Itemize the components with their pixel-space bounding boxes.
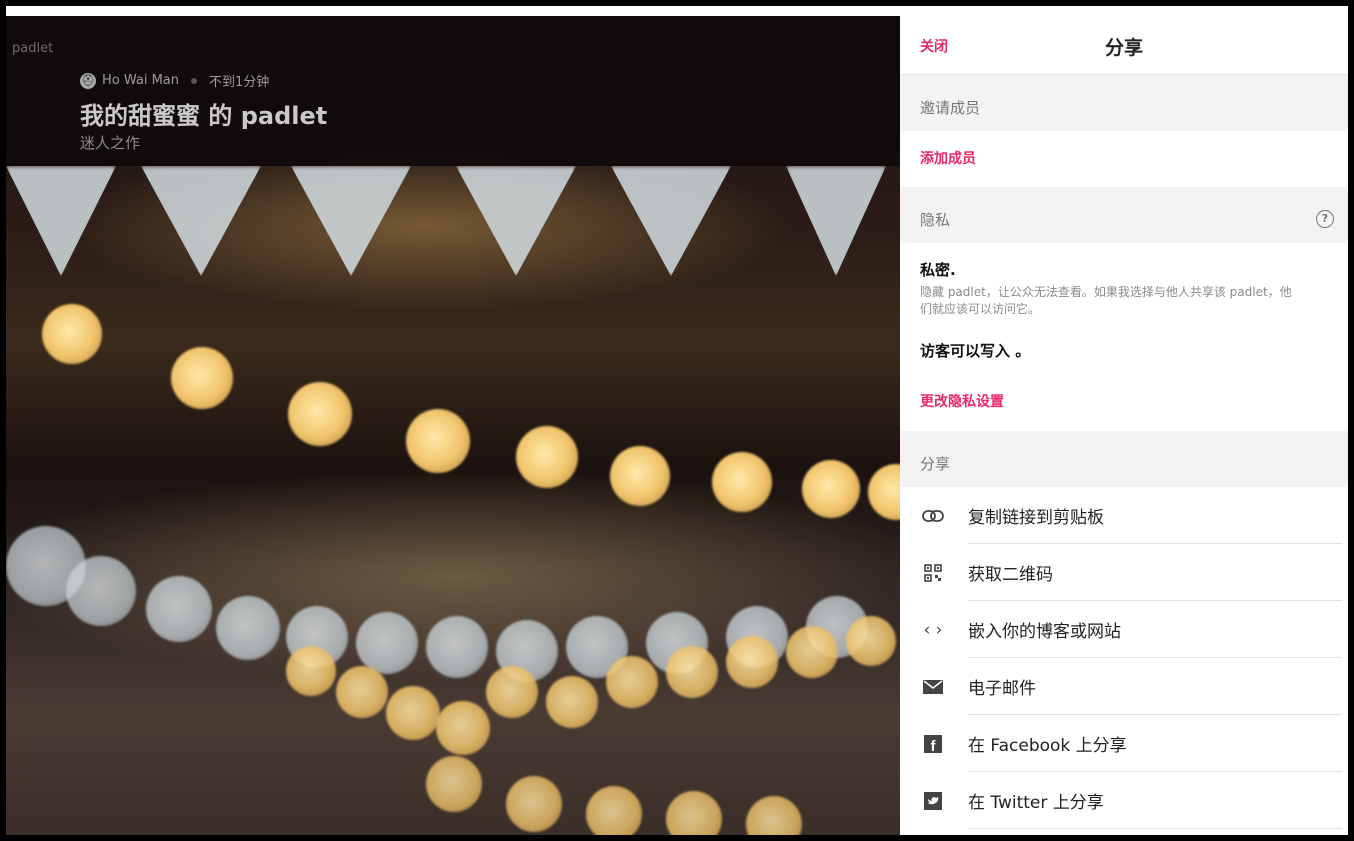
email-icon: [920, 679, 946, 694]
twitter-share-button[interactable]: 在 Twitter 上分享: [900, 772, 1348, 829]
privacy-title: 私密.: [920, 261, 956, 279]
share-panel-header: 关闭 分享: [900, 16, 1348, 75]
screen: padlet ⛑ Ho Wai Man 不到1分钟 我的甜蜜蜜 的 padlet…: [6, 6, 1348, 835]
facebook-icon: f: [920, 734, 946, 753]
author-avatar-icon: ⛑: [80, 72, 96, 89]
padlet-title[interactable]: 我的甜蜜蜜 的 padlet: [80, 96, 327, 131]
help-icon[interactable]: ?: [1316, 210, 1334, 228]
qr-code-button[interactable]: 获取二维码: [900, 544, 1348, 601]
padlet-logo[interactable]: padlet: [12, 41, 53, 56]
email-button[interactable]: 电子邮件: [900, 658, 1348, 715]
share-section-header: 分享: [900, 431, 1348, 487]
facebook-share-button[interactable]: f 在 Facebook 上分享: [900, 715, 1348, 772]
share-panel: 关闭 分享 邀请成员 添加成员 隐私 ? 私密. 隐藏 padlet，让公众无法…: [900, 16, 1348, 835]
share-item-label: 电子邮件: [968, 679, 1036, 699]
wallpaper-bunting: [6, 166, 900, 276]
share-item-label: 复制链接到剪贴板: [968, 508, 1104, 528]
link-icon: [920, 509, 946, 523]
author-row: ⛑ Ho Wai Man 不到1分钟: [80, 71, 269, 90]
share-options-list: 复制链接到剪贴板 获取二维码 ‹ › 嵌入你的博客或网站 电子邮件 f 在 Fa…: [900, 487, 1348, 829]
padlet-header: padlet ⛑ Ho Wai Man 不到1分钟 我的甜蜜蜜 的 padlet…: [6, 16, 900, 166]
share-item-label: 在 Twitter 上分享: [968, 793, 1104, 813]
privacy-description: 隐藏 padlet，让公众无法查看。如果我选择与他人共享该 padlet，他们就…: [920, 285, 1292, 316]
invite-section-header: 邀请成员: [900, 75, 1348, 131]
padlet-wall: padlet ⛑ Ho Wai Man 不到1分钟 我的甜蜜蜜 的 padlet…: [6, 16, 900, 835]
privacy-header-label: 隐私: [920, 211, 951, 229]
top-strip: [6, 6, 1348, 16]
change-privacy-button[interactable]: 更改隐私设置: [920, 391, 1328, 411]
separator-dot: [191, 77, 198, 84]
privacy-settings: 私密. 隐藏 padlet，让公众无法查看。如果我选择与他人共享该 padlet…: [900, 243, 1348, 431]
share-item-label: 嵌入你的博客或网站: [968, 622, 1121, 642]
add-member-button[interactable]: 添加成员: [900, 151, 976, 167]
code-icon: ‹ ›: [923, 619, 943, 640]
share-item-label: 获取二维码: [968, 565, 1053, 585]
embed-button[interactable]: ‹ › 嵌入你的博客或网站: [900, 601, 1348, 658]
qr-code-icon: [920, 563, 946, 582]
twitter-icon: [920, 791, 946, 810]
add-member-row: 添加成员: [900, 131, 1348, 187]
guest-permission: 访客可以写入 。: [920, 342, 1031, 360]
privacy-section-header: 隐私 ?: [900, 187, 1348, 243]
padlet-subtitle[interactable]: 迷人之作: [80, 132, 140, 153]
share-item-label: 在 Facebook 上分享: [968, 736, 1127, 756]
share-panel-title: 分享: [1104, 37, 1143, 59]
post-time: 不到1分钟: [209, 75, 270, 90]
author-name: Ho Wai Man: [102, 73, 180, 88]
copy-link-button[interactable]: 复制链接到剪贴板: [900, 487, 1348, 544]
